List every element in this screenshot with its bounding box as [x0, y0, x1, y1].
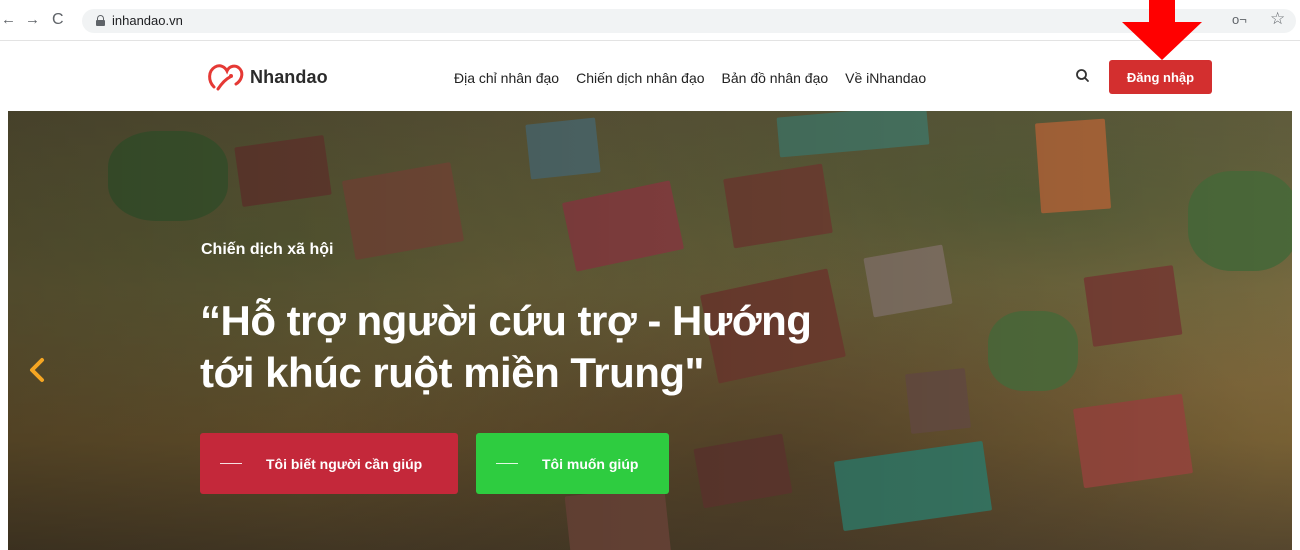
nav-item-ban-do[interactable]: Bản đồ nhân đạo — [722, 70, 829, 86]
url-text[interactable]: inhandao.vn — [112, 13, 183, 28]
back-arrow-icon[interactable]: ← — [1, 12, 16, 28]
logo-text: Nhandao — [250, 66, 328, 87]
hero-title: “Hỗ trợ người cứu trợ - Hướng tới khúc r… — [200, 297, 812, 396]
search-icon — [1076, 69, 1089, 82]
dash-decoration — [220, 463, 242, 464]
heart-logo-icon — [208, 64, 244, 91]
forward-arrow-icon[interactable]: → — [25, 12, 40, 28]
login-button[interactable]: Đăng nhập — [1109, 60, 1212, 94]
browser-toolbar: ← → C inhandao.vn o¬ ☆ — [0, 0, 1300, 40]
reload-icon[interactable]: C — [52, 12, 64, 28]
hero-banner: Chiến dịch xã hội “Hỗ trợ người cứu trợ … — [8, 111, 1292, 550]
bookmark-star-icon[interactable]: ☆ — [1270, 9, 1285, 29]
carousel-prev-arrow-icon[interactable] — [25, 356, 49, 384]
hero-subtitle: Chiến dịch xã hội — [201, 241, 334, 258]
key-icon[interactable]: o¬ — [1232, 12, 1247, 27]
nav-item-chien-dich[interactable]: Chiến dịch nhân đạo — [576, 70, 704, 86]
nav-item-ve-inhandao[interactable]: Về iNhandao — [845, 70, 926, 86]
red-arrow-annotation-icon — [1122, 0, 1202, 60]
nav-item-dia-chi[interactable]: Địa chỉ nhân đạo — [454, 70, 559, 86]
address-bar[interactable]: inhandao.vn — [82, 9, 1296, 33]
cta-help-label: Tôi muốn giúp — [542, 455, 639, 472]
site-header: Nhandao Địa chỉ nhân đạo Chiến dịch nhân… — [0, 41, 1300, 111]
main-nav: Địa chỉ nhân đạo Chiến dịch nhân đạo Bản… — [454, 70, 943, 86]
lock-icon[interactable] — [96, 15, 105, 26]
want-to-help-button[interactable]: Tôi muốn giúp — [476, 433, 669, 494]
cta-need-label: Tôi biết người cần giúp — [266, 455, 423, 472]
search-button[interactable] — [1068, 61, 1098, 91]
dash-decoration — [496, 463, 518, 464]
know-someone-in-need-button[interactable]: Tôi biết người cần giúp — [200, 433, 458, 494]
site-logo[interactable]: Nhandao — [206, 61, 328, 93]
